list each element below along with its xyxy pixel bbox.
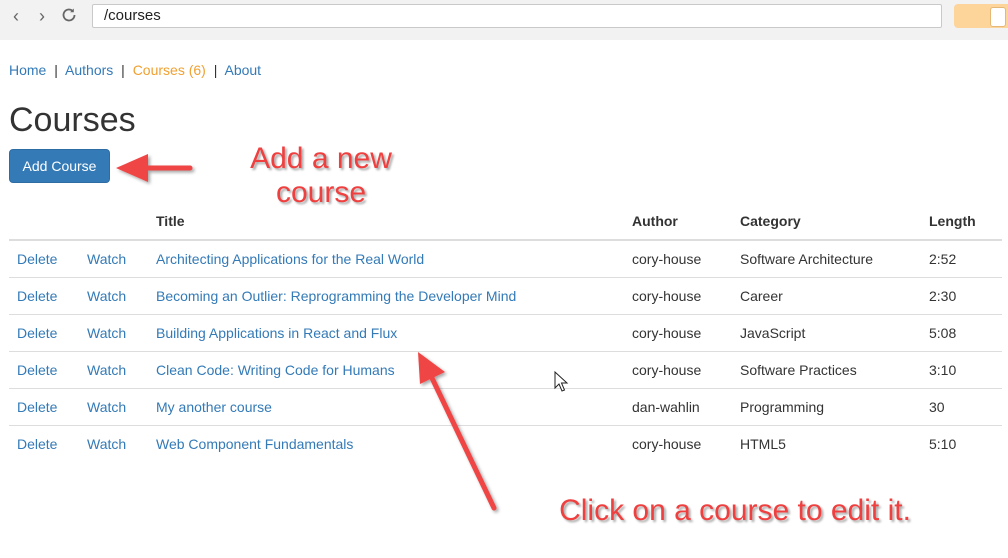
- annotation-arrows: [116, 154, 569, 511]
- arrow-add-course-icon: [116, 154, 193, 182]
- mouse-cursor-icon: [554, 370, 569, 392]
- arrow-click-course-icon: [418, 352, 497, 511]
